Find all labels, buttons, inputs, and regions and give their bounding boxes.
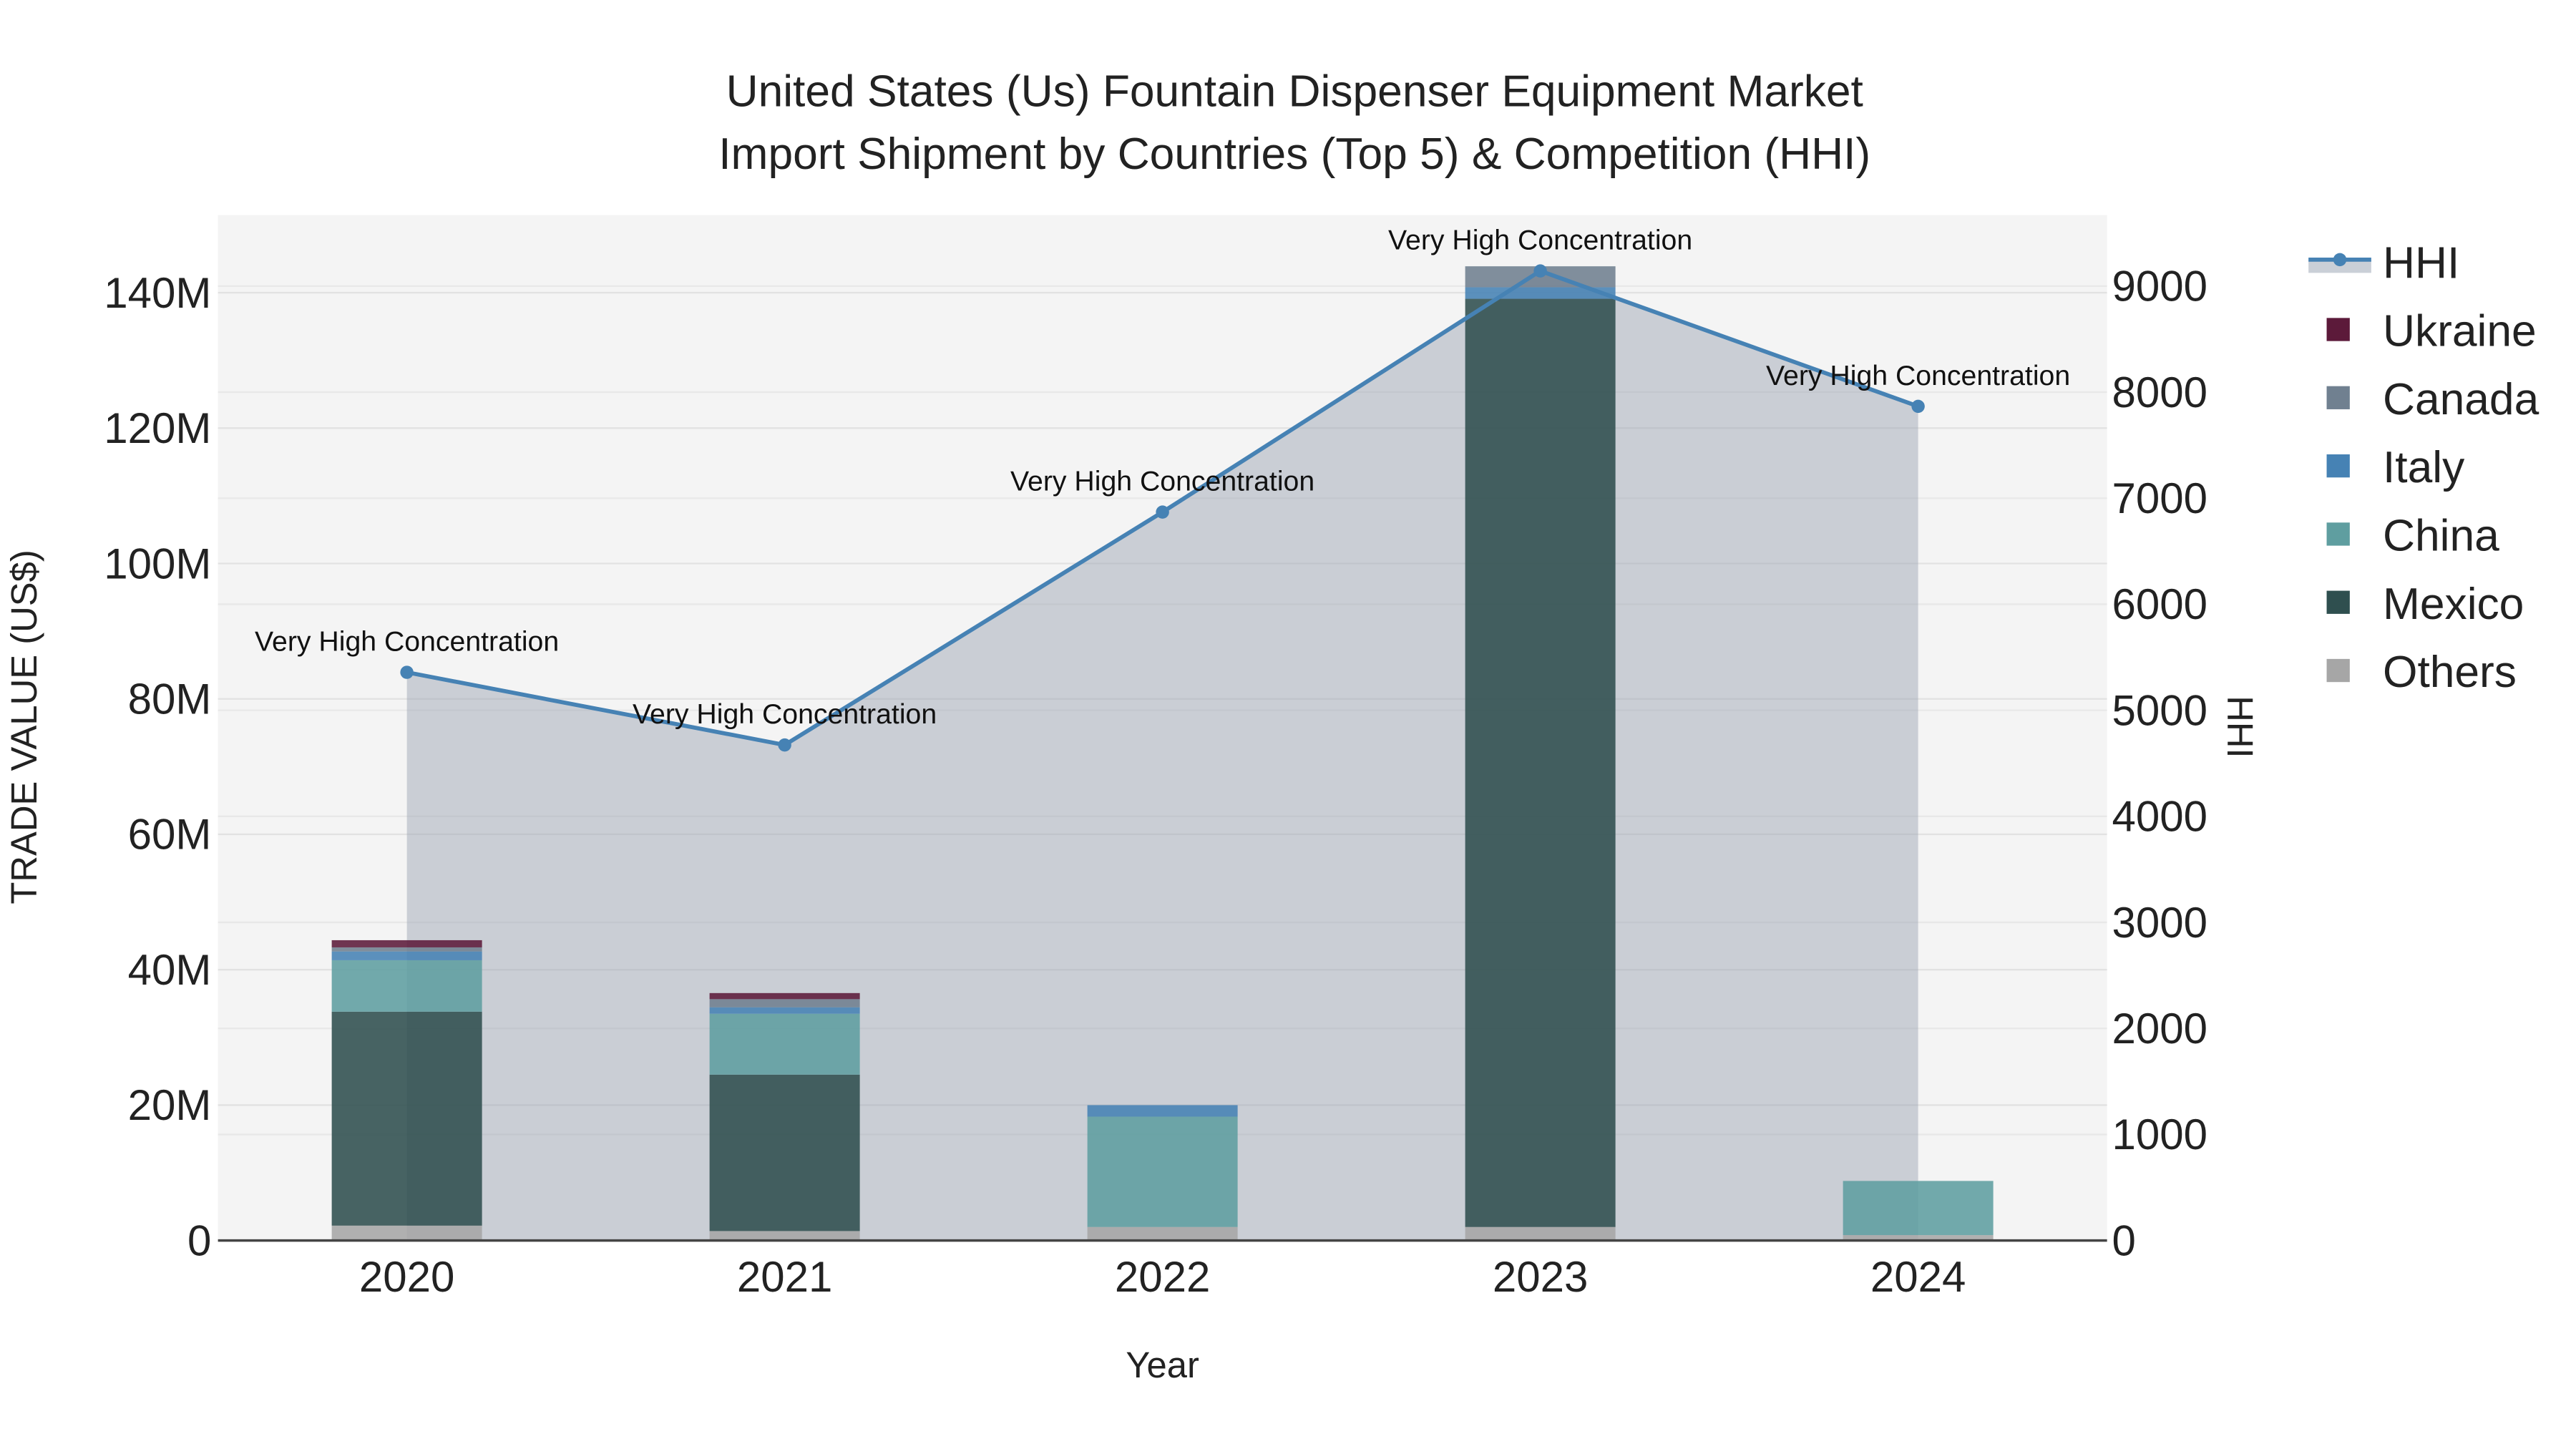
x-tick-label: 2024 — [1870, 1253, 1966, 1301]
bar-china-2022 — [1087, 1116, 1238, 1227]
x-tick-label: 2023 — [1493, 1253, 1588, 1301]
y-tick-label: 80M — [128, 675, 212, 723]
bar-china-2020 — [331, 960, 482, 1012]
hhi-annotation: Very High Concentration — [1766, 360, 2070, 391]
legend: HHI Ukraine Canada Italy China Mexico Others — [2308, 238, 2540, 697]
legend-label-ukraine: Ukraine — [2383, 307, 2537, 356]
legend-swatch-others — [2326, 658, 2350, 683]
bar-china-2024 — [1843, 1181, 1994, 1236]
y-tick-label: 40M — [128, 946, 212, 994]
bar-italy-2022 — [1087, 1105, 1238, 1117]
legend-swatch-canada — [2326, 386, 2350, 409]
legend-label-china: China — [2383, 512, 2499, 561]
y2-axis-label: HHI — [2220, 696, 2260, 758]
hhi-point-2023 — [1533, 264, 1547, 278]
legend-hhi-marker — [2333, 253, 2347, 267]
bar-others-2020 — [331, 1225, 482, 1241]
y2-tick-label: 2000 — [2112, 1005, 2207, 1053]
y-tick-label: 120M — [104, 404, 211, 452]
legend-label-canada: Canada — [2383, 375, 2540, 424]
y2-axis-ticks: 0 1000 2000 3000 4000 5000 6000 7000 8000 9000 — [2112, 263, 2207, 1265]
bar-italy-2020 — [331, 951, 482, 960]
y2-tick-label: 9000 — [2112, 263, 2207, 311]
hhi-annotation: Very High Concentration — [633, 698, 937, 730]
y2-tick-label: 0 — [2112, 1216, 2136, 1264]
bar-others-2022 — [1087, 1226, 1238, 1241]
chart: United States (Us) Fountain Dispenser Eq… — [4, 67, 2540, 1385]
y2-tick-label: 8000 — [2112, 369, 2207, 416]
x-tick-label: 2020 — [359, 1253, 454, 1301]
y2-tick-label: 4000 — [2112, 793, 2207, 841]
y2-tick-label: 1000 — [2112, 1111, 2207, 1158]
x-tick-label: 2021 — [737, 1253, 832, 1301]
y2-tick-label: 5000 — [2112, 686, 2207, 734]
chart-title-line1: United States (Us) Fountain Dispenser Eq… — [726, 67, 1863, 116]
bar-ukraine-2020 — [331, 940, 482, 947]
bar-mexico-2023 — [1465, 298, 1616, 1227]
bar-ukraine-2021 — [709, 992, 860, 1000]
y2-tick-label: 3000 — [2112, 899, 2207, 947]
legend-label-hhi: HHI — [2383, 238, 2459, 288]
y-tick-label: 0 — [187, 1216, 211, 1264]
legend-swatch-italy — [2326, 454, 2350, 478]
hhi-point-2024 — [1911, 399, 1925, 414]
hhi-annotation: Very High Concentration — [255, 626, 559, 658]
bar-others-2021 — [709, 1231, 860, 1241]
legend-label-italy: Italy — [2383, 443, 2465, 492]
legend-swatch-mexico — [2326, 590, 2350, 614]
y-tick-label: 100M — [104, 540, 211, 587]
hhi-annotation: Very High Concentration — [1388, 225, 1692, 256]
legend-label-mexico: Mexico — [2383, 580, 2524, 629]
bar-mexico-2020 — [331, 1011, 482, 1226]
x-axis-ticks: 2020 2021 2022 2023 2024 — [359, 1253, 1966, 1301]
hhi-point-2020 — [400, 665, 414, 679]
bar-others-2023 — [1465, 1226, 1616, 1241]
y2-tick-label: 6000 — [2112, 580, 2207, 628]
y-tick-label: 20M — [128, 1081, 212, 1129]
hhi-annotation: Very High Concentration — [1010, 466, 1314, 497]
y-axis-label: TRADE VALUE (US$) — [4, 550, 44, 904]
legend-swatch-ukraine — [2326, 318, 2350, 341]
chart-title-line2: Import Shipment by Countries (Top 5) & C… — [718, 130, 1870, 179]
y-tick-label: 60M — [128, 811, 212, 859]
y-tick-label: 140M — [104, 269, 211, 317]
y-axis-ticks: 0 20M 40M 60M 80M 100M 120M 140M — [104, 269, 211, 1265]
bar-china-2021 — [709, 1013, 860, 1075]
bar-canada-2020 — [331, 947, 482, 952]
bar-canada-2021 — [709, 999, 860, 1008]
bar-italy-2021 — [709, 1007, 860, 1014]
bar-mexico-2021 — [709, 1074, 860, 1231]
x-tick-label: 2022 — [1115, 1253, 1210, 1301]
legend-swatch-china — [2326, 522, 2350, 546]
x-axis-label: Year — [1126, 1345, 1199, 1385]
hhi-point-2021 — [778, 738, 791, 752]
legend-label-others: Others — [2383, 648, 2517, 697]
y2-tick-label: 7000 — [2112, 474, 2207, 522]
hhi-point-2022 — [1156, 505, 1169, 519]
